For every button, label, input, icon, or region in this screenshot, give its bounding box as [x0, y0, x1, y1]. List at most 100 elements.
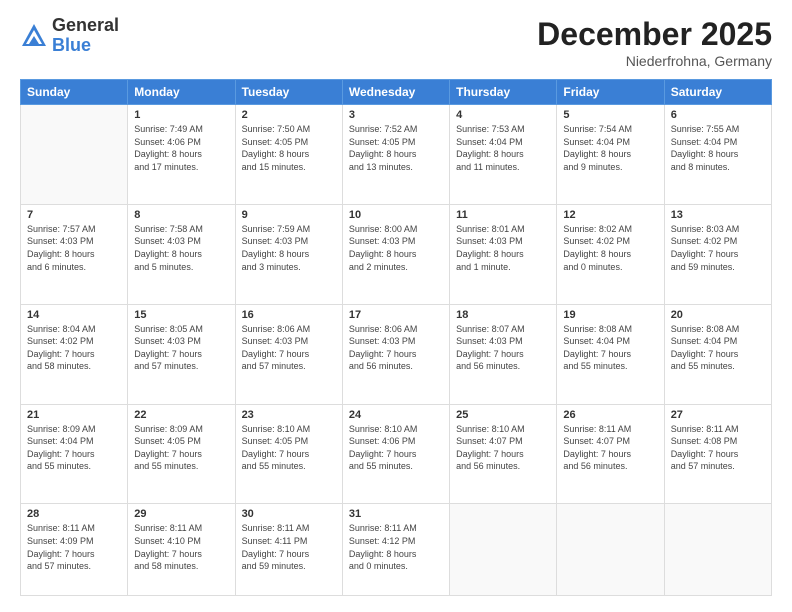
calendar-cell: 23 Sunrise: 8:10 AM Sunset: 4:05 PM Dayli… [235, 404, 342, 504]
day-info: Sunrise: 8:11 AM Sunset: 4:07 PM Dayligh… [563, 423, 657, 473]
calendar-weekday-monday: Monday [128, 80, 235, 105]
calendar-week-3: 21Sunrise: 8:09 AM Sunset: 4:04 PM Dayli… [21, 404, 772, 504]
calendar-cell: 11Sunrise: 8:01 AM Sunset: 4:03 PM Dayli… [450, 204, 557, 304]
day-info: Sunrise: 7:54 AM Sunset: 4:04 PM Dayligh… [563, 123, 657, 173]
calendar-cell: 13 Sunrise: 8:03 AM Sunset: 4:02 PM Dayli… [664, 204, 771, 304]
day-number: 16 [242, 309, 336, 321]
page: General Blue December 2025 Niederfrohna,… [0, 0, 792, 612]
day-info: Sunrise: 7:52 AM Sunset: 4:05 PM Dayligh… [349, 123, 443, 173]
logo: General Blue [20, 16, 119, 56]
calendar-cell: 27 Sunrise: 8:11 AM Sunset: 4:08 PM Dayli… [664, 404, 771, 504]
calendar-cell: 4 Sunrise: 7:53 AM Sunset: 4:04 PM Daylig… [450, 105, 557, 205]
calendar-cell [450, 504, 557, 596]
calendar-header-row: SundayMondayTuesdayWednesdayThursdayFrid… [21, 80, 772, 105]
logo-icon [20, 22, 48, 50]
calendar-week-0: 1 Sunrise: 7:49 AM Sunset: 4:06 PM Daylig… [21, 105, 772, 205]
day-number: 2 [242, 109, 336, 121]
day-number: 20 [671, 309, 765, 321]
calendar-cell: 12 Sunrise: 8:02 AM Sunset: 4:02 PM Dayli… [557, 204, 664, 304]
day-number: 23 [242, 409, 336, 421]
day-info: Sunrise: 8:09 AM Sunset: 4:04 PM Dayligh… [27, 423, 121, 473]
day-number: 13 [671, 209, 765, 221]
day-number: 19 [563, 309, 657, 321]
day-number: 26 [563, 409, 657, 421]
day-info: Sunrise: 7:53 AM Sunset: 4:04 PM Dayligh… [456, 123, 550, 173]
day-number: 6 [671, 109, 765, 121]
day-info: Sunrise: 8:11 AM Sunset: 4:08 PM Dayligh… [671, 423, 765, 473]
calendar-cell: 3 Sunrise: 7:52 AM Sunset: 4:05 PM Daylig… [342, 105, 449, 205]
logo-blue-text: Blue [52, 36, 119, 56]
day-info: Sunrise: 8:02 AM Sunset: 4:02 PM Dayligh… [563, 223, 657, 273]
day-number: 8 [134, 209, 228, 221]
calendar-table: SundayMondayTuesdayWednesdayThursdayFrid… [20, 79, 772, 596]
month-title: December 2025 [537, 16, 772, 53]
calendar-cell: 29 Sunrise: 8:11 AM Sunset: 4:10 PM Dayli… [128, 504, 235, 596]
calendar-cell: 15 Sunrise: 8:05 AM Sunset: 4:03 PM Dayli… [128, 304, 235, 404]
day-number: 22 [134, 409, 228, 421]
day-info: Sunrise: 8:06 AM Sunset: 4:03 PM Dayligh… [242, 323, 336, 373]
day-info: Sunrise: 7:49 AM Sunset: 4:06 PM Dayligh… [134, 123, 228, 173]
day-info: Sunrise: 8:00 AM Sunset: 4:03 PM Dayligh… [349, 223, 443, 273]
calendar-weekday-wednesday: Wednesday [342, 80, 449, 105]
day-info: Sunrise: 8:11 AM Sunset: 4:12 PM Dayligh… [349, 522, 443, 572]
calendar-cell: 20 Sunrise: 8:08 AM Sunset: 4:04 PM Dayli… [664, 304, 771, 404]
calendar-weekday-friday: Friday [557, 80, 664, 105]
calendar-cell: 26 Sunrise: 8:11 AM Sunset: 4:07 PM Dayli… [557, 404, 664, 504]
calendar-week-2: 14 Sunrise: 8:04 AM Sunset: 4:02 PM Dayli… [21, 304, 772, 404]
day-info: Sunrise: 8:08 AM Sunset: 4:04 PM Dayligh… [671, 323, 765, 373]
calendar-cell: 22 Sunrise: 8:09 AM Sunset: 4:05 PM Dayli… [128, 404, 235, 504]
header: General Blue December 2025 Niederfrohna,… [20, 16, 772, 69]
day-number: 15 [134, 309, 228, 321]
calendar-week-4: 28 Sunrise: 8:11 AM Sunset: 4:09 PM Dayli… [21, 504, 772, 596]
logo-text: General Blue [52, 16, 119, 56]
day-info: Sunrise: 8:05 AM Sunset: 4:03 PM Dayligh… [134, 323, 228, 373]
day-number: 12 [563, 209, 657, 221]
day-number: 14 [27, 309, 121, 321]
day-info: Sunrise: 8:11 AM Sunset: 4:10 PM Dayligh… [134, 522, 228, 572]
calendar-cell [557, 504, 664, 596]
day-info: Sunrise: 7:58 AM Sunset: 4:03 PM Dayligh… [134, 223, 228, 273]
calendar-cell: 16 Sunrise: 8:06 AM Sunset: 4:03 PM Dayli… [235, 304, 342, 404]
calendar-cell: 10 Sunrise: 8:00 AM Sunset: 4:03 PM Dayli… [342, 204, 449, 304]
calendar-cell: 9Sunrise: 7:59 AM Sunset: 4:03 PM Daylig… [235, 204, 342, 304]
day-info: Sunrise: 8:11 AM Sunset: 4:09 PM Dayligh… [27, 522, 121, 572]
title-block: December 2025 Niederfrohna, Germany [537, 16, 772, 69]
day-number: 27 [671, 409, 765, 421]
day-info: Sunrise: 7:59 AM Sunset: 4:03 PM Dayligh… [242, 223, 336, 273]
calendar-cell: 1 Sunrise: 7:49 AM Sunset: 4:06 PM Daylig… [128, 105, 235, 205]
day-number: 30 [242, 508, 336, 520]
day-number: 17 [349, 309, 443, 321]
calendar-cell: 30 Sunrise: 8:11 AM Sunset: 4:11 PM Dayli… [235, 504, 342, 596]
calendar-cell: 2Sunrise: 7:50 AM Sunset: 4:05 PM Daylig… [235, 105, 342, 205]
day-info: Sunrise: 8:10 AM Sunset: 4:05 PM Dayligh… [242, 423, 336, 473]
calendar-cell: 6 Sunrise: 7:55 AM Sunset: 4:04 PM Daylig… [664, 105, 771, 205]
day-info: Sunrise: 8:07 AM Sunset: 4:03 PM Dayligh… [456, 323, 550, 373]
calendar-cell: 21Sunrise: 8:09 AM Sunset: 4:04 PM Dayli… [21, 404, 128, 504]
day-number: 10 [349, 209, 443, 221]
calendar-cell: 5 Sunrise: 7:54 AM Sunset: 4:04 PM Daylig… [557, 105, 664, 205]
day-number: 3 [349, 109, 443, 121]
day-info: Sunrise: 8:10 AM Sunset: 4:06 PM Dayligh… [349, 423, 443, 473]
day-number: 29 [134, 508, 228, 520]
day-info: Sunrise: 8:04 AM Sunset: 4:02 PM Dayligh… [27, 323, 121, 373]
day-number: 11 [456, 209, 550, 221]
calendar-cell: 18Sunrise: 8:07 AM Sunset: 4:03 PM Dayli… [450, 304, 557, 404]
calendar-cell: 31 Sunrise: 8:11 AM Sunset: 4:12 PM Dayli… [342, 504, 449, 596]
day-info: Sunrise: 7:55 AM Sunset: 4:04 PM Dayligh… [671, 123, 765, 173]
day-info: Sunrise: 8:09 AM Sunset: 4:05 PM Dayligh… [134, 423, 228, 473]
calendar-cell: 19Sunrise: 8:08 AM Sunset: 4:04 PM Dayli… [557, 304, 664, 404]
calendar-weekday-sunday: Sunday [21, 80, 128, 105]
calendar-cell: 25Sunrise: 8:10 AM Sunset: 4:07 PM Dayli… [450, 404, 557, 504]
day-info: Sunrise: 8:03 AM Sunset: 4:02 PM Dayligh… [671, 223, 765, 273]
day-number: 5 [563, 109, 657, 121]
day-number: 24 [349, 409, 443, 421]
calendar-weekday-thursday: Thursday [450, 80, 557, 105]
calendar-cell: 14 Sunrise: 8:04 AM Sunset: 4:02 PM Dayli… [21, 304, 128, 404]
day-info: Sunrise: 8:11 AM Sunset: 4:11 PM Dayligh… [242, 522, 336, 572]
day-number: 28 [27, 508, 121, 520]
day-number: 7 [27, 209, 121, 221]
calendar-cell: 28 Sunrise: 8:11 AM Sunset: 4:09 PM Dayli… [21, 504, 128, 596]
day-number: 4 [456, 109, 550, 121]
day-number: 31 [349, 508, 443, 520]
day-number: 1 [134, 109, 228, 121]
